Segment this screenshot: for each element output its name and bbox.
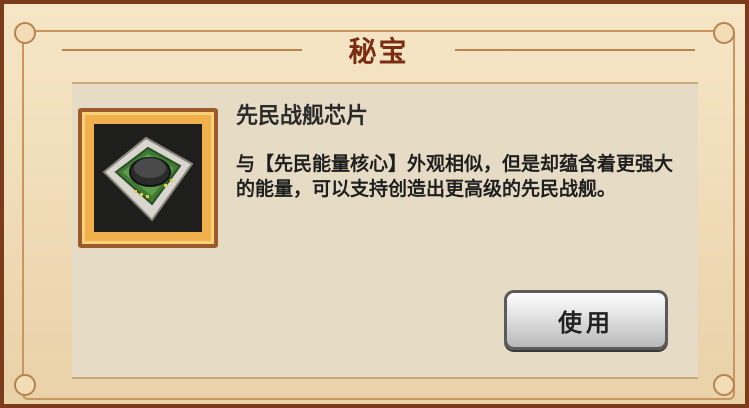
dialog-title-band: 秘宝 — [22, 30, 735, 70]
ancient-warship-chip-icon — [94, 124, 202, 232]
chip-graphic — [94, 124, 202, 232]
use-button-label: 使用 — [558, 308, 614, 337]
treasure-dialog: 秘宝 先民战舰芯片 与【先民能量核心】外观相似，但是却蕴含着更强大的能量，可以支… — [0, 0, 749, 408]
corner-ornament — [713, 374, 735, 396]
use-button[interactable]: 使用 — [504, 290, 668, 350]
corner-ornament — [713, 22, 735, 44]
item-name: 先民战舰芯片 — [236, 104, 369, 129]
corner-ornament — [14, 22, 36, 44]
item-icon-frame — [78, 108, 218, 248]
dialog-title: 秘宝 — [348, 35, 409, 68]
corner-ornament — [14, 374, 36, 396]
item-description: 与【先民能量核心】外观相似，但是却蕴含着更强大的能量，可以支持创造出更高级的先民… — [236, 153, 674, 200]
